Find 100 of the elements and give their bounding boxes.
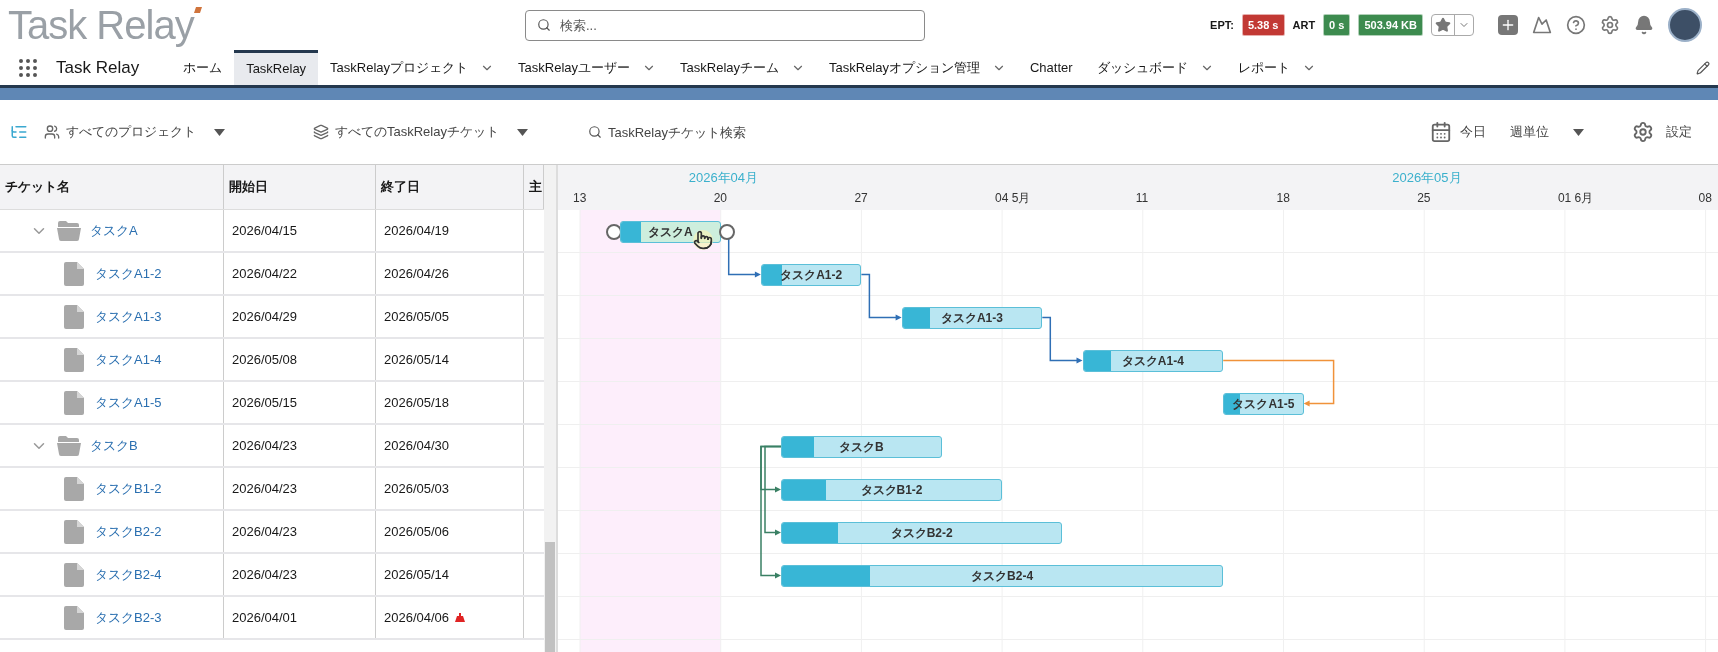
ticket-link[interactable]: タスクA1-4 [95, 349, 162, 370]
edit-icon[interactable] [1696, 60, 1710, 75]
tree-view-icon[interactable] [10, 123, 28, 141]
column-header[interactable]: チケット名 [0, 165, 224, 209]
star-icon [1435, 17, 1451, 33]
end-date: 2026/05/14 [384, 350, 450, 369]
layers-icon [313, 124, 329, 140]
file-icon [64, 261, 84, 286]
month-label: 2026年04月 [688, 169, 759, 187]
file-icon [64, 304, 84, 329]
search-field[interactable]: 検索... [525, 9, 925, 41]
help-icon[interactable] [1566, 15, 1586, 35]
nav-tab[interactable]: Chatter [1018, 50, 1085, 85]
metric-badge: 503.94 KB [1358, 13, 1423, 37]
nav-tab[interactable]: TaskRelayオプション管理 [817, 50, 1018, 85]
nav-tab[interactable]: TaskRelay [234, 50, 319, 85]
avatar[interactable] [1668, 8, 1702, 42]
settings-button[interactable]: 設定 [1632, 121, 1692, 143]
end-date: 2026/04/30 [384, 436, 450, 455]
users-icon [44, 124, 60, 140]
start-date: 2026/04/01 [232, 608, 298, 627]
file-icon [64, 347, 84, 372]
ticket-link[interactable]: タスクB1-2 [95, 478, 162, 499]
file-icon [64, 476, 84, 501]
search-icon [587, 125, 602, 139]
folder-icon [57, 435, 81, 456]
ticket-link[interactable]: タスクA [90, 220, 138, 241]
start-date: 2026/05/15 [232, 393, 298, 412]
end-date: 2026/05/06 [384, 522, 450, 541]
ticket-link[interactable]: タスクB2-3 [95, 607, 162, 628]
gantt-bar[interactable]: タスクB2-2 [781, 521, 1063, 544]
nav-tab[interactable]: TaskRelayプロジェクト [318, 50, 507, 85]
ticket-filter[interactable]: すべてのTaskRelayチケット [313, 122, 528, 142]
end-date: 2026/04/19 [384, 221, 450, 240]
favorites-button[interactable] [1431, 14, 1474, 36]
metric-badge: 5.38 s [1241, 13, 1285, 37]
week-label: 27 [854, 190, 868, 207]
caret-icon [516, 128, 528, 136]
end-date: 2026/05/14 [384, 565, 450, 584]
today-button[interactable]: 今日 [1430, 121, 1486, 143]
week-label: 08 [1698, 190, 1712, 207]
start-date: 2026/04/23 [232, 565, 298, 584]
caret-icon [214, 128, 225, 136]
ticket-link[interactable]: タスクB [90, 435, 138, 456]
week-label: 25 [1417, 190, 1431, 207]
start-date: 2026/04/23 [232, 436, 298, 455]
start-date: 2026/04/29 [232, 307, 298, 326]
end-date: 2026/04/26 [384, 264, 450, 283]
metric-label: EPT: [1210, 17, 1234, 33]
column-header[interactable]: 開始日 [224, 165, 376, 209]
nav-tab[interactable]: TaskRelayチーム [668, 50, 817, 85]
week-label: 13 [573, 190, 587, 207]
file-icon [64, 562, 84, 587]
ticket-link[interactable]: タスクA1-3 [95, 306, 162, 327]
file-icon [64, 605, 84, 630]
add-button[interactable] [1498, 15, 1518, 35]
search-icon [537, 17, 551, 32]
ticket-search-field[interactable]: TaskRelayチケット検索 [587, 119, 848, 145]
nav-tab[interactable]: ホーム [171, 50, 235, 85]
notifications-icon[interactable] [1634, 15, 1654, 35]
gantt-bar[interactable]: タスクA1-3 [901, 306, 1043, 329]
metric-badge: 0 s [1323, 13, 1351, 37]
logo-accent-icon [193, 7, 202, 13]
start-date: 2026/04/22 [232, 264, 298, 283]
gantt-bar[interactable]: タスクB [781, 435, 942, 458]
week-label: 11 [1135, 190, 1149, 207]
start-date: 2026/04/23 [232, 522, 298, 541]
project-filter[interactable]: すべてのプロジェクト [44, 122, 225, 142]
plus-icon [1500, 17, 1516, 33]
month-label: 2026年05月 [1392, 169, 1462, 187]
end-date: 2026/04/06 [384, 608, 450, 627]
week-label: 01 6月 [1557, 190, 1594, 207]
metric-label: ART [1292, 17, 1316, 33]
nav-tab[interactable]: ダッシュボード [1084, 50, 1226, 85]
gantt-bar[interactable]: タスクB2-4 [781, 564, 1224, 587]
nav-tab[interactable]: レポート [1225, 50, 1328, 85]
ticket-link[interactable]: タスクB2-2 [95, 521, 162, 542]
start-date: 2026/05/08 [232, 350, 298, 369]
end-date: 2026/05/05 [384, 307, 450, 326]
week-label: 20 [713, 190, 728, 207]
start-date: 2026/04/23 [232, 479, 298, 498]
nav-tab[interactable]: TaskRelayユーザー [506, 50, 669, 85]
scale-select[interactable]: 週単位 [1510, 122, 1584, 142]
column-header[interactable]: 終了日 [376, 165, 524, 209]
gantt-bar[interactable]: タスクA1-4 [1082, 349, 1224, 372]
caret-icon [1573, 128, 1584, 136]
dependency-arrow [860, 273, 902, 321]
ticket-link[interactable]: タスクA1-5 [95, 392, 162, 413]
end-date: 2026/05/18 [384, 393, 450, 412]
week-label: 18 [1276, 190, 1290, 207]
folder-icon [57, 220, 81, 241]
gantt-bar[interactable]: タスクB1-2 [781, 478, 1003, 501]
mountain-icon[interactable] [1532, 15, 1552, 35]
file-icon [64, 390, 84, 415]
ticket-link[interactable]: タスクA1-2 [95, 263, 162, 284]
settings-icon[interactable] [1600, 15, 1620, 35]
week-label: 04 5月 [995, 190, 1031, 207]
scrollbar-thumb[interactable] [545, 542, 555, 652]
file-icon [64, 519, 84, 544]
ticket-link[interactable]: タスクB2-4 [95, 564, 162, 585]
